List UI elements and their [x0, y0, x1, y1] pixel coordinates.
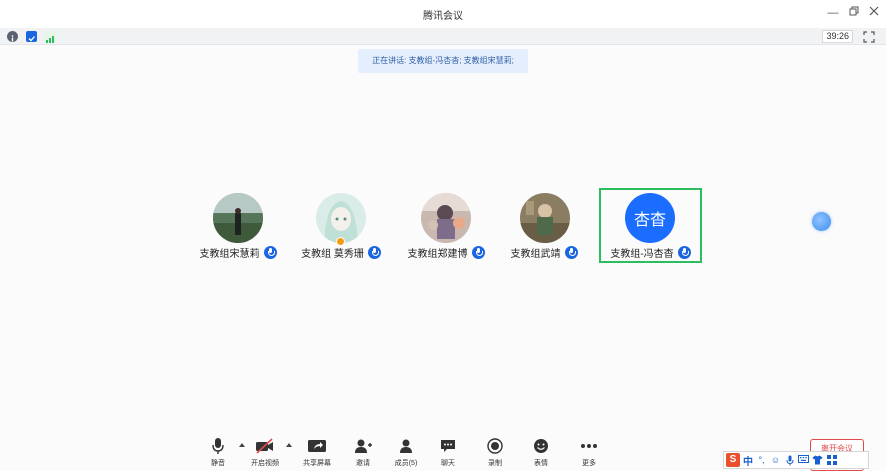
members-button[interactable]: 成员(5)	[386, 437, 426, 468]
ime-mode-toggle[interactable]: 中	[743, 453, 753, 468]
toolbox-grid-icon[interactable]	[826, 454, 837, 466]
emoji-button[interactable]: 表情	[521, 437, 561, 468]
avatar	[213, 193, 263, 243]
camera-off-icon	[245, 437, 285, 455]
mic-on-icon	[367, 245, 381, 259]
more-icon	[569, 437, 609, 455]
restore-icon[interactable]	[847, 6, 861, 20]
fullscreen-icon[interactable]	[863, 30, 875, 43]
info-icon[interactable]	[7, 31, 18, 42]
mic-icon	[198, 437, 238, 455]
members-icon	[386, 437, 426, 455]
record-icon	[475, 437, 515, 455]
floating-assistant-icon[interactable]	[812, 212, 831, 231]
chat-label: 聊天	[441, 460, 455, 467]
voice-icon[interactable]	[784, 455, 795, 466]
mic-on-icon	[263, 245, 277, 259]
punctuation-icon[interactable]: °,	[756, 455, 767, 466]
sogou-logo-icon[interactable]: S	[726, 453, 740, 467]
minimize-icon[interactable]: —	[826, 6, 840, 20]
participant-name: 支教组郑建博	[407, 248, 468, 260]
avatar: 杏杳	[625, 193, 675, 243]
participant-name: 支教组武靖	[510, 248, 561, 260]
avatar	[421, 193, 471, 243]
chat-icon	[428, 437, 468, 455]
signal-icon[interactable]	[44, 31, 57, 43]
shield-icon[interactable]	[26, 31, 37, 42]
close-icon[interactable]	[867, 6, 881, 20]
share-screen-icon	[297, 437, 337, 455]
skin-shirt-icon[interactable]	[812, 455, 823, 466]
participant-tile[interactable]: 支教组武靖	[506, 188, 582, 263]
invite-label: 邀请	[356, 460, 370, 467]
window-title: 腾讯会议	[423, 11, 463, 22]
ime-toolbar: S 中 °, ☺	[723, 451, 869, 469]
participant-tile[interactable]: 支教组郑建博	[405, 188, 487, 263]
mic-on-icon	[471, 245, 485, 259]
speaking-banner: 正在讲话: 支教组-冯杏杳; 支教组宋慧莉;	[358, 49, 528, 73]
participant-name: 支教组-冯杏杳	[610, 248, 674, 260]
participant-name-row: 支教组郑建博	[405, 244, 487, 260]
start-video-label: 开启视频	[251, 460, 279, 467]
participant-name: 支教组 莫秀珊	[301, 248, 364, 260]
avatar	[520, 193, 570, 243]
emoji-label: 表情	[534, 460, 548, 467]
emoji-icon[interactable]: ☺	[770, 455, 781, 466]
meeting-timer: 39:26	[822, 30, 853, 43]
avatar	[316, 193, 366, 243]
caret-up-icon[interactable]	[286, 443, 292, 447]
invite-icon	[343, 437, 383, 455]
mic-on-icon	[564, 245, 578, 259]
participant-name: 支教组宋慧莉	[199, 248, 260, 260]
participant-tile-active-speaker[interactable]: 杏杳 支教组-冯杏杳	[599, 188, 702, 263]
mute-label: 静音	[211, 460, 225, 467]
mute-button[interactable]: 静音	[198, 437, 238, 468]
emoji-icon	[521, 437, 561, 455]
participant-tile[interactable]: 支教组 莫秀珊	[296, 188, 386, 263]
title-bar: 腾讯会议 —	[0, 0, 886, 28]
members-label: 成员(5)	[394, 460, 418, 467]
more-label: 更多	[582, 460, 596, 467]
share-screen-button[interactable]: 共享屏幕	[297, 437, 337, 468]
mic-on-icon	[677, 245, 691, 259]
record-button[interactable]: 录制	[475, 437, 515, 468]
more-button[interactable]: 更多	[569, 437, 609, 468]
keyboard-icon[interactable]	[798, 454, 809, 466]
start-video-button[interactable]: 开启视频	[245, 437, 285, 468]
share-screen-label: 共享屏幕	[303, 460, 331, 467]
invite-button[interactable]: 邀请	[343, 437, 383, 468]
record-label: 录制	[488, 460, 502, 467]
participant-name-row: 支教组 莫秀珊	[296, 244, 386, 260]
participant-name-row: 支教组宋慧莉	[197, 244, 279, 260]
meeting-info-bar: 39:26	[0, 28, 886, 45]
participant-name-row: 支教组武靖	[506, 244, 582, 260]
participant-name-row: 支教组-冯杏杳	[601, 244, 700, 260]
chat-button[interactable]: 聊天	[428, 437, 468, 468]
participant-tile[interactable]: 支教组宋慧莉	[197, 188, 279, 263]
